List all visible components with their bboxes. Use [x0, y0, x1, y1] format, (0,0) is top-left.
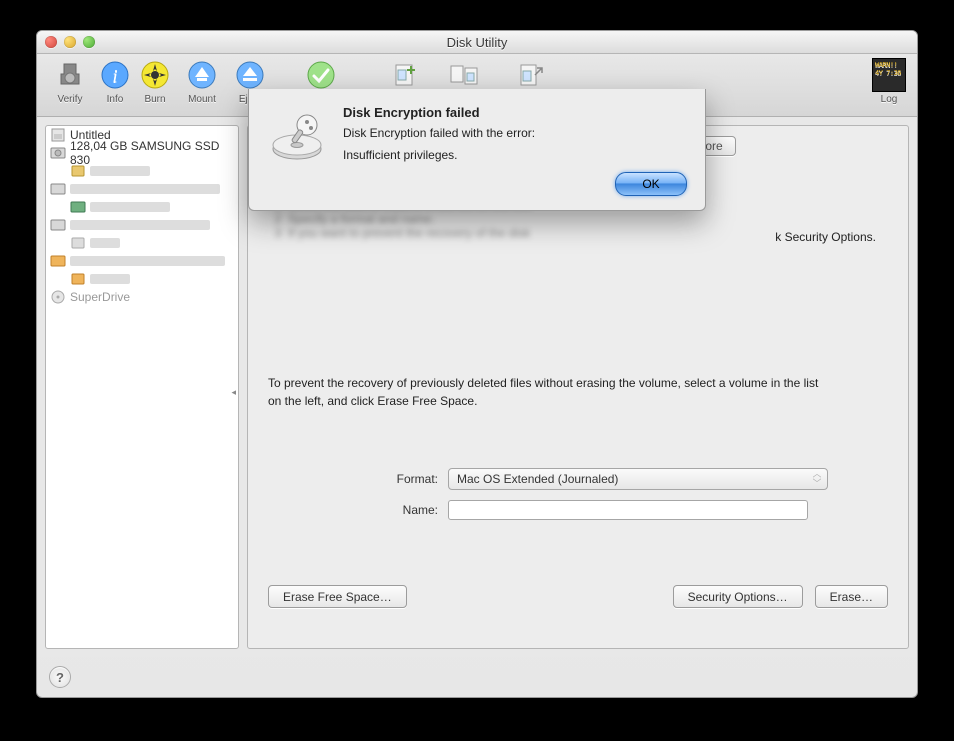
titlebar[interactable]: Disk Utility: [37, 31, 917, 54]
format-select-value: Mac OS Extended (Journaled): [457, 472, 618, 486]
error-dialog: Disk Encryption failed Disk Encryption f…: [248, 89, 706, 211]
sidebar-volume-redacted[interactable]: [46, 234, 238, 252]
disk-utility-window: Disk Utility Verify i Info Burn Mount: [36, 30, 918, 698]
mount-tool[interactable]: Mount: [177, 58, 227, 105]
internal-disk-icon: [50, 217, 66, 233]
volume-icon: [70, 235, 86, 251]
external-disk-icon: [50, 253, 66, 269]
dialog-message-line1: Disk Encryption failed with the error:: [343, 126, 687, 140]
log-tool[interactable]: WARN!!4Y 7:36 Log: [869, 58, 909, 105]
verify-icon: [53, 58, 87, 92]
volume-icon: [70, 271, 86, 287]
format-label: Format:: [268, 472, 448, 486]
info-label: Info: [107, 94, 124, 105]
sidebar-disk-redacted[interactable]: [46, 216, 238, 234]
log-label: Log: [881, 94, 898, 105]
format-row: Format: Mac OS Extended (Journaled): [268, 468, 888, 490]
security-options-button[interactable]: Security Options…: [673, 585, 803, 608]
disk-utility-app-icon: [267, 105, 327, 165]
partial-visible-text: k Security Options.: [775, 230, 876, 244]
dialog-message-line2: Insufficient privileges.: [343, 148, 687, 162]
mount-icon: [185, 58, 219, 92]
optical-drive-icon: [50, 289, 66, 305]
sidebar-volume-redacted[interactable]: [46, 270, 238, 288]
name-input[interactable]: [448, 500, 808, 520]
info-tool[interactable]: i Info: [97, 58, 133, 105]
internal-disk-icon: [50, 181, 66, 197]
mount-label: Mount: [188, 94, 216, 105]
burn-tool[interactable]: Burn: [135, 58, 175, 105]
help-button[interactable]: ?: [49, 666, 71, 688]
name-label: Name:: [268, 503, 448, 517]
sidebar-item-label: 128,04 GB SAMSUNG SSD 830: [70, 139, 234, 167]
new-image-icon: [387, 58, 421, 92]
resize-image-icon: [513, 58, 547, 92]
name-row: Name:: [268, 500, 888, 520]
sidebar-resize-handle[interactable]: ◂: [231, 387, 236, 398]
erase-button[interactable]: Erase…: [815, 585, 888, 608]
sidebar-external-redacted[interactable]: [46, 252, 238, 270]
window-footer: ?: [37, 657, 917, 697]
dialog-ok-button[interactable]: OK: [615, 172, 687, 196]
burn-icon: [138, 58, 172, 92]
eject-icon: [233, 58, 267, 92]
burn-label: Burn: [144, 94, 165, 105]
convert-icon: [447, 58, 481, 92]
verify-tool[interactable]: Verify: [45, 58, 95, 105]
erase-free-space-button[interactable]: Erase Free Space…: [268, 585, 407, 608]
sidebar-disk-redacted[interactable]: [46, 180, 238, 198]
volume-icon: [70, 163, 86, 179]
window-title: Disk Utility: [37, 35, 917, 50]
info-icon: i: [98, 58, 132, 92]
sidebar-item-label: SuperDrive: [70, 290, 130, 304]
verify-label: Verify: [57, 94, 82, 105]
sidebar-volume-redacted[interactable]: [46, 198, 238, 216]
journaling-icon: [304, 58, 338, 92]
dialog-title: Disk Encryption failed: [343, 105, 687, 120]
erase-help-text: To prevent the recovery of previously de…: [268, 374, 828, 410]
volume-icon: [70, 199, 86, 215]
sidebar-disk-samsung[interactable]: 128,04 GB SAMSUNG SSD 830: [46, 144, 238, 162]
sidebar: Untitled 128,04 GB SAMSUNG SSD 830 Super…: [45, 125, 239, 649]
svg-text:i: i: [112, 66, 117, 86]
format-select[interactable]: Mac OS Extended (Journaled): [448, 468, 828, 490]
internal-disk-icon: [50, 145, 66, 161]
erase-button-row: Erase Free Space… Security Options… Eras…: [268, 585, 888, 608]
disk-image-icon: [50, 127, 66, 143]
log-icon: WARN!!4Y 7:36: [872, 58, 906, 92]
sidebar-superdrive[interactable]: SuperDrive: [46, 288, 238, 306]
